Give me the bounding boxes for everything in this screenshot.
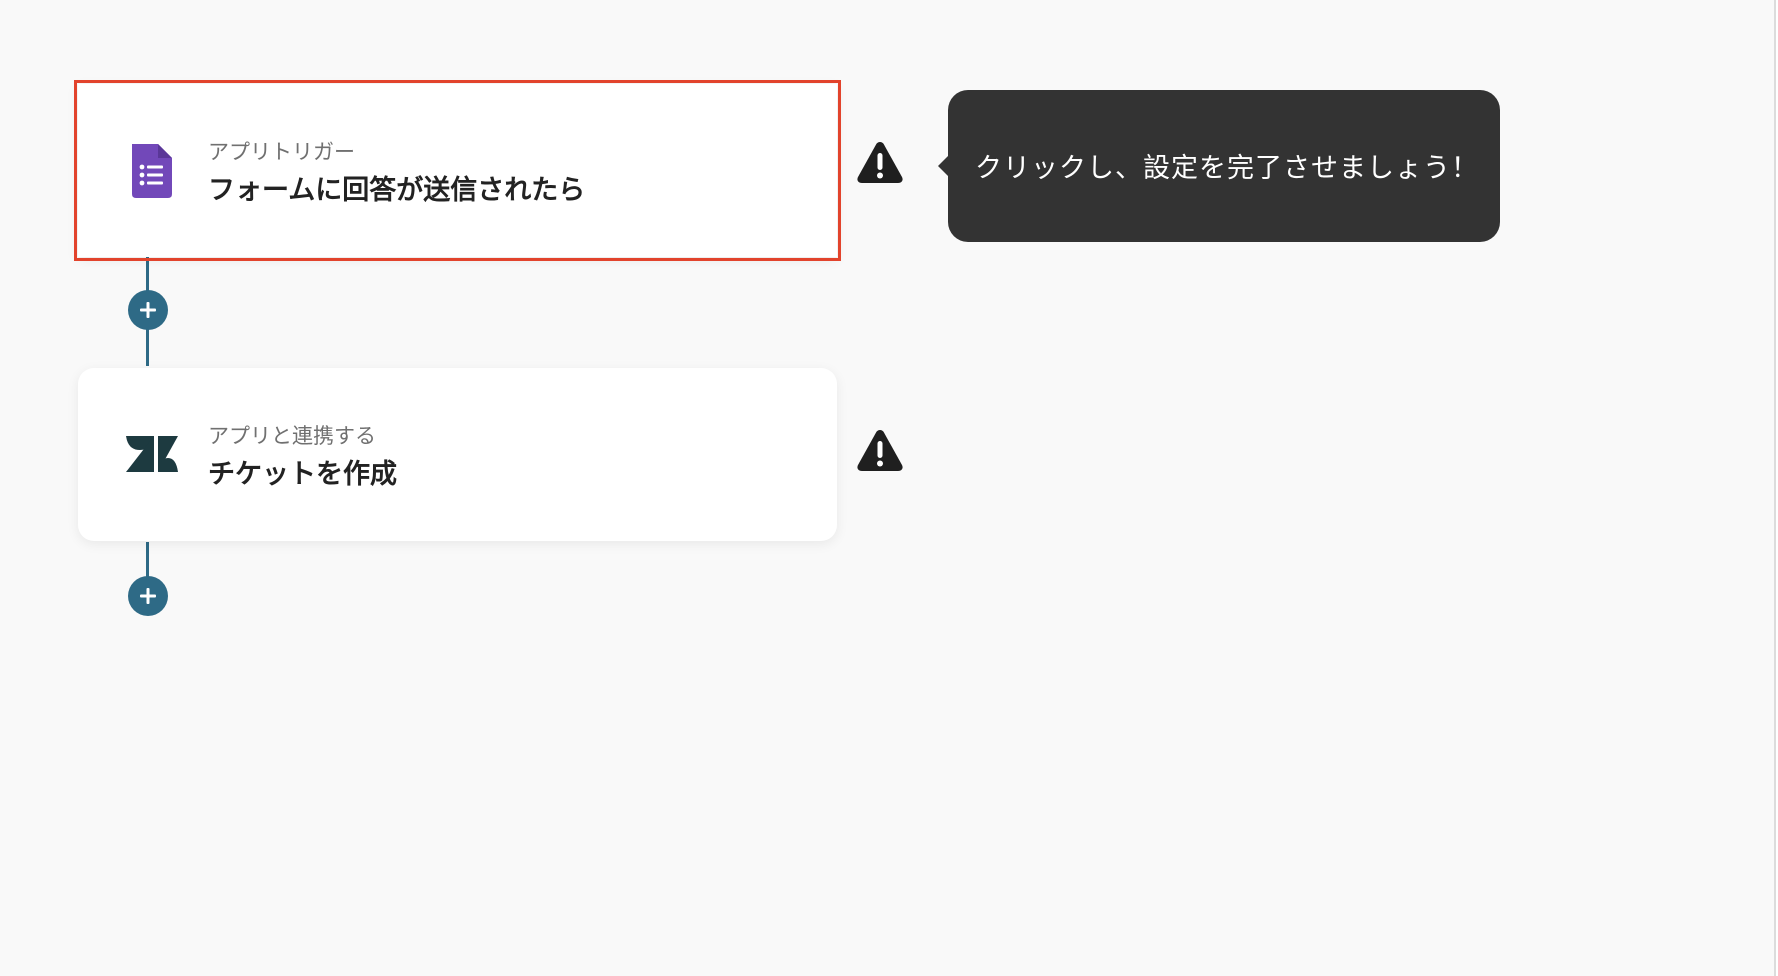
flow-canvas: アプリトリガー フォームに回答が送信されたら クリックし、設定を完了させましょう… bbox=[0, 0, 1774, 976]
scrollbar-edge bbox=[1774, 0, 1776, 976]
add-step-button[interactable] bbox=[128, 576, 168, 616]
google-forms-icon bbox=[122, 140, 182, 200]
zendesk-icon bbox=[122, 424, 182, 484]
tooltip-arrow bbox=[938, 156, 948, 176]
step-title: フォームに回答が送信されたら bbox=[208, 175, 586, 206]
hint-tooltip: クリックし、設定を完了させましょう！ bbox=[938, 90, 1500, 242]
step-subtitle: アプリトリガー bbox=[208, 140, 355, 164]
plus-icon bbox=[140, 302, 156, 318]
plus-icon bbox=[140, 588, 156, 604]
add-step-button[interactable] bbox=[128, 290, 168, 330]
step-card-action[interactable]: アプリと連携する チケットを作成 bbox=[78, 368, 837, 541]
tooltip-text: クリックし、設定を完了させましょう！ bbox=[975, 153, 1479, 184]
step-subtitle: アプリと連携する bbox=[208, 424, 376, 448]
warning-icon bbox=[856, 140, 904, 184]
warning-icon bbox=[856, 428, 904, 472]
step-card-trigger[interactable]: アプリトリガー フォームに回答が送信されたら bbox=[74, 80, 841, 261]
step-title: チケットを作成 bbox=[208, 459, 397, 490]
